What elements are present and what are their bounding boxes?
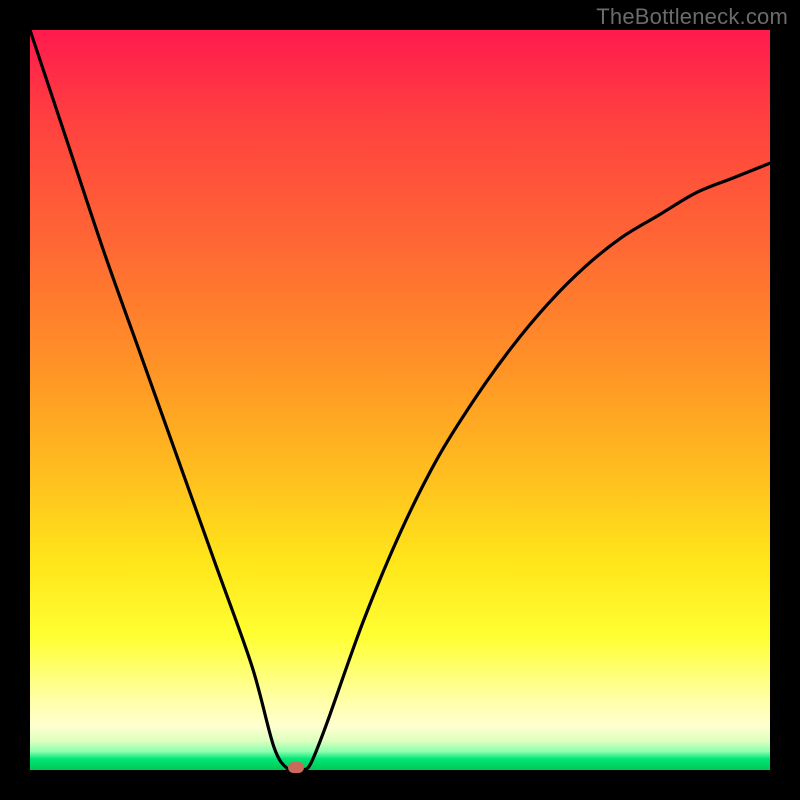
minimum-marker bbox=[288, 762, 304, 773]
bottleneck-curve bbox=[30, 30, 770, 770]
plot-area bbox=[30, 30, 770, 770]
watermark-text: TheBottleneck.com bbox=[596, 4, 788, 30]
chart-frame: TheBottleneck.com bbox=[0, 0, 800, 800]
